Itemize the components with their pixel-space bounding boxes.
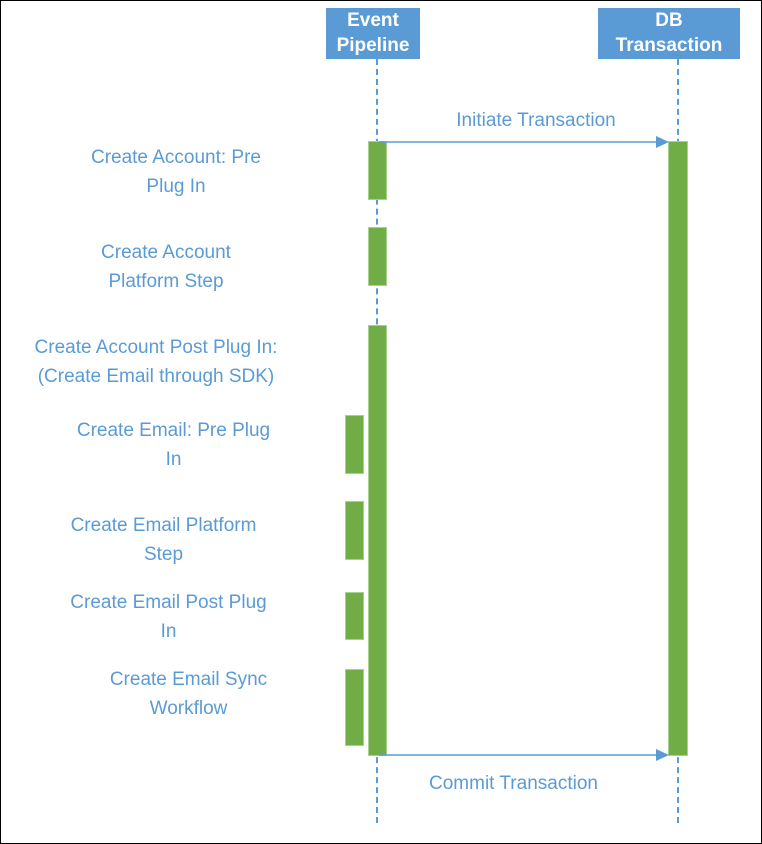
- message-commit-transaction: Commit Transaction: [429, 773, 598, 794]
- step-label: Create Email Sync Workflow: [56, 665, 321, 723]
- step-label-line2: In: [160, 621, 177, 642]
- step-label: Create Account Post Plug In: (Create Ema…: [1, 333, 311, 391]
- step-label-line1: Create Account Post Plug In:: [34, 337, 278, 358]
- step-label: Create Email Platform Step: [31, 511, 296, 569]
- step-label-line1: Create Account: [101, 242, 231, 263]
- sequence-diagram: Event Pipeline DB Transaction Initiate T…: [0, 0, 762, 844]
- step-label-line1: Create Account: Pre: [90, 147, 262, 168]
- message-initiate-transaction: Initiate Transaction: [456, 110, 616, 131]
- step-label: Create Account: Pre Plug In: [41, 143, 311, 201]
- step-label-line2: Plug In: [146, 176, 206, 197]
- step-label-line1: Create Email Post Plug: [70, 592, 267, 613]
- step-label-line2: Step: [143, 544, 184, 565]
- step-label-line1: Create Email Platform: [70, 515, 257, 536]
- step-label-line1: Create Email: Pre Plug: [76, 420, 271, 441]
- step-label-line2: Workflow: [149, 698, 228, 719]
- step-label: Create Email: Pre Plug In: [41, 416, 306, 474]
- commit-arrowhead-icon: [656, 749, 669, 761]
- step-label-line2: Platform Step: [108, 271, 224, 292]
- step-label-line2: (Create Email through SDK): [37, 366, 275, 387]
- step-label: Create Account Platform Step: [31, 238, 301, 296]
- step-label-line1: Create Email Sync: [109, 669, 268, 690]
- step-label: Create Email Post Plug In: [36, 588, 301, 646]
- initiate-arrowhead-icon: [656, 136, 669, 148]
- step-label-line2: In: [165, 449, 182, 470]
